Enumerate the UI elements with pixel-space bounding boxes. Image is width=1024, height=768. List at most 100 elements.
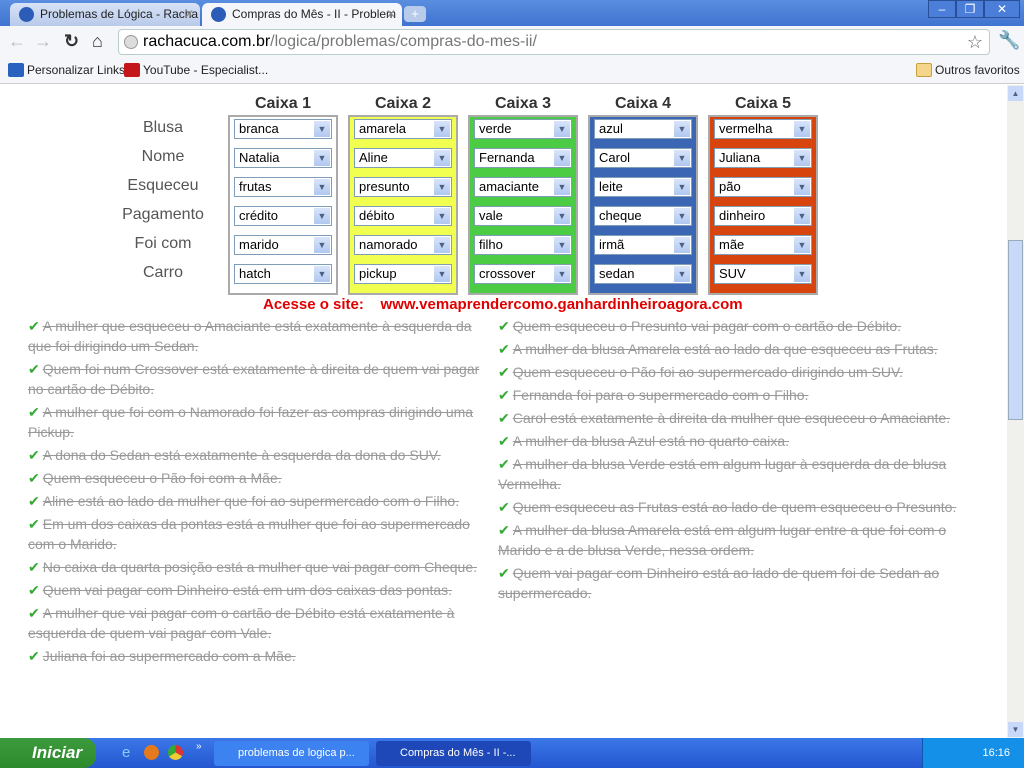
scroll-down-icon[interactable]: ▼ bbox=[1008, 722, 1023, 737]
chevron-down-icon[interactable]: ▼ bbox=[674, 237, 690, 253]
clue-item[interactable]: ✔ A mulher que vai pagar com o cartão de … bbox=[28, 603, 498, 643]
restore-button[interactable]: ❐ bbox=[956, 0, 984, 18]
chevron-down-icon[interactable]: ▼ bbox=[794, 179, 810, 195]
clue-item[interactable]: ✔ A mulher da blusa Amarela está ao lado … bbox=[498, 339, 968, 359]
chevron-down-icon[interactable]: ▼ bbox=[434, 237, 450, 253]
chevron-down-icon[interactable]: ▼ bbox=[674, 179, 690, 195]
blusa-select[interactable]: vermelha ▼ bbox=[714, 119, 812, 139]
address-bar[interactable]: rachacuca.com.br/logica/problemas/compra… bbox=[118, 29, 990, 55]
back-icon[interactable]: ← bbox=[8, 31, 26, 52]
firefox-icon[interactable] bbox=[144, 745, 159, 760]
carro-select[interactable]: SUV ▼ bbox=[714, 264, 812, 284]
clue-item[interactable]: ✔ Carol está exatamente à direita da mulh… bbox=[498, 408, 968, 428]
clue-item[interactable]: ✔ No caixa da quarta posição está a mulhe… bbox=[28, 557, 498, 577]
carro-select[interactable]: hatch ▼ bbox=[234, 264, 332, 284]
start-button[interactable]: Iniciar bbox=[0, 738, 96, 768]
nome-select[interactable]: Carol ▼ bbox=[594, 148, 692, 168]
pagamento-select[interactable]: vale ▼ bbox=[474, 206, 572, 226]
chrome-icon[interactable] bbox=[168, 745, 183, 760]
bookmark-youtube[interactable]: YouTube - Especialist... bbox=[124, 63, 268, 77]
chevron-down-icon[interactable]: ▼ bbox=[554, 121, 570, 137]
wrench-icon[interactable]: 🔧 bbox=[998, 30, 1020, 51]
esqueceu-select[interactable]: pão ▼ bbox=[714, 177, 812, 197]
nome-select[interactable]: Juliana ▼ bbox=[714, 148, 812, 168]
clue-item[interactable]: ✔ Quem esqueceu as Frutas está ao lado de… bbox=[498, 497, 968, 517]
task-chrome[interactable]: Compras do Mês - II -... bbox=[376, 741, 531, 766]
esqueceu-select[interactable]: frutas ▼ bbox=[234, 177, 332, 197]
pagamento-select[interactable]: débito ▼ bbox=[354, 206, 452, 226]
chevron-down-icon[interactable]: ▼ bbox=[674, 150, 690, 166]
minimize-button[interactable]: – bbox=[928, 0, 956, 18]
clue-item[interactable]: ✔ A mulher da blusa Amarela está em algum… bbox=[498, 520, 968, 560]
foi-com-select[interactable]: namorado ▼ bbox=[354, 235, 452, 255]
blusa-select[interactable]: branca ▼ bbox=[234, 119, 332, 139]
reload-icon[interactable]: ↻ bbox=[64, 31, 79, 52]
scroll-thumb[interactable] bbox=[1008, 240, 1023, 420]
nome-select[interactable]: Natalia ▼ bbox=[234, 148, 332, 168]
clue-item[interactable]: ✔ Fernanda foi para o supermercado com o … bbox=[498, 385, 968, 405]
foi-com-select[interactable]: irmã ▼ bbox=[594, 235, 692, 255]
chevron-down-icon[interactable]: ▼ bbox=[314, 121, 330, 137]
clue-item[interactable]: ✔ Aline está ao lado da mulher que foi ao… bbox=[28, 491, 498, 511]
other-bookmarks[interactable]: Outros favoritos bbox=[916, 63, 1020, 77]
chevron-down-icon[interactable]: ▼ bbox=[554, 237, 570, 253]
chevron-down-icon[interactable]: ▼ bbox=[794, 121, 810, 137]
clue-item[interactable]: ✔ Quem vai pagar com Dinheiro está ao lad… bbox=[498, 563, 968, 603]
ad-text[interactable]: Acesse o site: www.vemaprendercomo.ganha… bbox=[263, 296, 743, 313]
clue-item[interactable]: ✔ Quem foi num Crossover está exatamente … bbox=[28, 359, 498, 399]
chevron-down-icon[interactable]: ▼ bbox=[674, 266, 690, 282]
esqueceu-select[interactable]: leite ▼ bbox=[594, 177, 692, 197]
nome-select[interactable]: Fernanda ▼ bbox=[474, 148, 572, 168]
clue-item[interactable]: ✔ A mulher da blusa Verde está em algum l… bbox=[498, 454, 968, 494]
close-tab-icon[interactable]: ✕ bbox=[184, 3, 194, 26]
clue-item[interactable]: ✔ A mulher que esqueceu o Amaciante está … bbox=[28, 316, 498, 356]
chevron-down-icon[interactable]: ▼ bbox=[554, 208, 570, 224]
chevron-down-icon[interactable]: ▼ bbox=[434, 208, 450, 224]
chevron-down-icon[interactable]: ▼ bbox=[794, 237, 810, 253]
esqueceu-select[interactable]: presunto ▼ bbox=[354, 177, 452, 197]
pagamento-select[interactable]: cheque ▼ bbox=[594, 206, 692, 226]
blusa-select[interactable]: verde ▼ bbox=[474, 119, 572, 139]
clue-item[interactable]: ✔ Quem esqueceu o Presunto vai pagar com … bbox=[498, 316, 968, 336]
chevron-down-icon[interactable]: ▼ bbox=[434, 150, 450, 166]
clue-item[interactable]: ✔ Juliana foi ao supermercado com a Mãe. bbox=[28, 646, 498, 666]
carro-select[interactable]: pickup ▼ bbox=[354, 264, 452, 284]
nome-select[interactable]: Aline ▼ bbox=[354, 148, 452, 168]
tab-compras-do-mes[interactable]: Compras do Mês - II - Problem ✕ bbox=[202, 3, 402, 26]
clue-item[interactable]: ✔ A mulher da blusa Azul está no quarto c… bbox=[498, 431, 968, 451]
forward-icon[interactable]: → bbox=[34, 31, 52, 52]
clue-item[interactable]: ✔ Em um dos caixas da pontas está a mulhe… bbox=[28, 514, 498, 554]
chevron-down-icon[interactable]: ▼ bbox=[434, 121, 450, 137]
blusa-select[interactable]: amarela ▼ bbox=[354, 119, 452, 139]
pagamento-select[interactable]: crédito ▼ bbox=[234, 206, 332, 226]
carro-select[interactable]: sedan ▼ bbox=[594, 264, 692, 284]
chevron-down-icon[interactable]: ▼ bbox=[794, 266, 810, 282]
scroll-up-icon[interactable]: ▲ bbox=[1008, 86, 1023, 101]
esqueceu-select[interactable]: amaciante ▼ bbox=[474, 177, 572, 197]
blusa-select[interactable]: azul ▼ bbox=[594, 119, 692, 139]
new-tab-button[interactable]: + bbox=[404, 6, 426, 22]
chevron-down-icon[interactable]: ▼ bbox=[314, 237, 330, 253]
tab-problemas-de-logica[interactable]: Problemas de Lógica - Racha C ✕ bbox=[10, 3, 200, 26]
task-explorer[interactable]: problemas de logica p... bbox=[214, 741, 369, 766]
chevron-down-icon[interactable]: ▼ bbox=[794, 208, 810, 224]
chevron-down-icon[interactable]: ▼ bbox=[674, 121, 690, 137]
foi-com-select[interactable]: filho ▼ bbox=[474, 235, 572, 255]
home-icon[interactable]: ⌂ bbox=[92, 31, 103, 52]
chevron-down-icon[interactable]: ▼ bbox=[314, 179, 330, 195]
chevron-down-icon[interactable]: ▼ bbox=[434, 179, 450, 195]
bookmark-star-icon[interactable]: ☆ bbox=[967, 30, 983, 54]
close-tab-icon[interactable]: ✕ bbox=[386, 3, 396, 26]
clue-item[interactable]: ✔ Quem esqueceu o Pão foi com a Mãe. bbox=[28, 468, 498, 488]
clue-item[interactable]: ✔ Quem vai pagar com Dinheiro está em um … bbox=[28, 580, 498, 600]
clue-item[interactable]: ✔ A mulher que foi com o Namorado foi faz… bbox=[28, 402, 498, 442]
ie-icon[interactable]: e bbox=[122, 744, 130, 761]
vertical-scrollbar[interactable]: ▲ ▼ bbox=[1007, 85, 1024, 738]
chevron-down-icon[interactable]: ▼ bbox=[314, 150, 330, 166]
foi-com-select[interactable]: marido ▼ bbox=[234, 235, 332, 255]
carro-select[interactable]: crossover ▼ bbox=[474, 264, 572, 284]
bookmark-personalizar-links[interactable]: Personalizar Links bbox=[8, 63, 125, 77]
clue-item[interactable]: ✔ Quem esqueceu o Pão foi ao supermercado… bbox=[498, 362, 968, 382]
chevron-down-icon[interactable]: ▼ bbox=[674, 208, 690, 224]
chevron-down-icon[interactable]: ▼ bbox=[314, 208, 330, 224]
